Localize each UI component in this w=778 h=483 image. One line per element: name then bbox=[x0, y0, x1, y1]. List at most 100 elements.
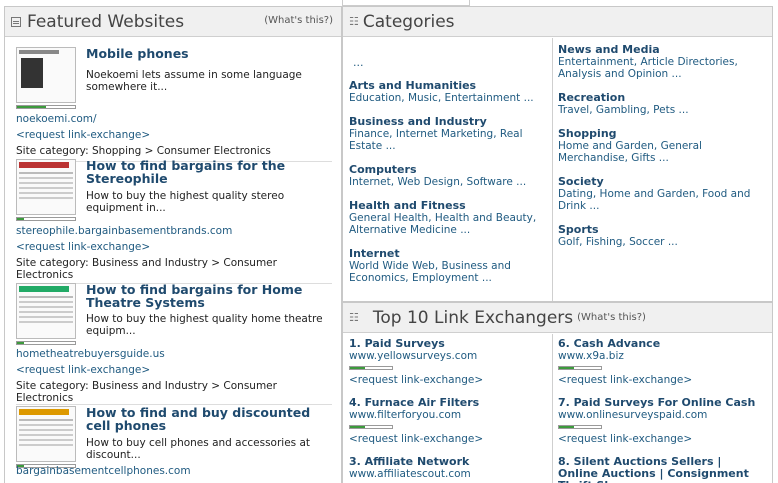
exchanger-name[interactable]: 8. Silent Auctions Sellers | Online Auct… bbox=[558, 456, 763, 483]
featured-whats-this-link[interactable]: (What's this?) bbox=[264, 15, 333, 26]
top10-whats-this-link[interactable]: (What's this?) bbox=[577, 312, 646, 323]
rating-fill bbox=[350, 367, 365, 369]
featured-item-desc: How to buy the highest quality stereo eq… bbox=[86, 190, 285, 214]
link-exchanger-item: 4. Furnace Air Filters www.filterforyou.… bbox=[349, 397, 554, 445]
request-link-exchange-link[interactable]: <request link-exchange> bbox=[349, 374, 554, 386]
link-exchanger-item: 1. Paid Surveys www.yellowsurveys.com <r… bbox=[349, 338, 554, 386]
site-category: Site category: Business and Industry > C… bbox=[16, 380, 277, 404]
featured-item-title[interactable]: Mobile phones bbox=[86, 47, 332, 60]
category-subs[interactable]: Travel, Gambling, Pets ... bbox=[558, 104, 758, 116]
category-shopping: Shopping Home and Garden, General Mercha… bbox=[558, 128, 758, 165]
category-name[interactable]: Recreation bbox=[558, 92, 758, 104]
column-divider bbox=[552, 38, 553, 301]
exchanger-name[interactable]: 1. Paid Surveys bbox=[349, 338, 554, 350]
rating-bar bbox=[349, 425, 393, 429]
featured-item-desc: Noekoemi lets assume in some language so… bbox=[86, 69, 302, 93]
category-computers: Computers Internet, Web Design, Software… bbox=[349, 164, 549, 189]
top10-header: ☷ Top 10 Link Exchangers (What's this?) bbox=[343, 303, 772, 333]
category-name[interactable]: Sports bbox=[558, 224, 758, 236]
featured-websites-panel: Featured Websites (What's this?) Mobile … bbox=[4, 6, 342, 483]
rating-fill bbox=[17, 106, 46, 108]
category-subs[interactable]: Entertainment, Article Directories, Anal… bbox=[558, 56, 758, 80]
featured-item-url[interactable]: noekoemi.com/ bbox=[16, 113, 97, 125]
link-exchanger-item: 3. Affiliate Network www.affiliatescout.… bbox=[349, 456, 554, 481]
rating-fill bbox=[559, 426, 574, 428]
category-internet: Internet World Wide Web, Business and Ec… bbox=[349, 248, 549, 285]
rating-fill bbox=[559, 367, 574, 369]
category-society: Society Dating, Home and Garden, Food an… bbox=[558, 176, 758, 213]
exchanger-url[interactable]: www.yellowsurveys.com bbox=[349, 350, 554, 362]
request-link-exchange-link[interactable]: <request link-exchange> bbox=[558, 433, 763, 445]
request-link-exchange-link[interactable]: <request link-exchange> bbox=[349, 433, 554, 445]
featured-header: Featured Websites (What's this?) bbox=[5, 7, 341, 37]
featured-item-url[interactable]: hometheatrebuyersguide.us bbox=[16, 348, 165, 360]
rating-fill bbox=[17, 218, 24, 220]
featured-item-title[interactable]: How to find bargains for Home Theatre Sy… bbox=[86, 283, 332, 309]
category-name[interactable]: Arts and Humanities bbox=[349, 80, 549, 92]
rating-fill bbox=[17, 342, 24, 344]
exchanger-name[interactable]: 4. Furnace Air Filters bbox=[349, 397, 554, 409]
category-business: Business and Industry Finance, Internet … bbox=[349, 116, 549, 153]
request-link-exchange-link[interactable]: <request link-exchange> bbox=[16, 241, 150, 253]
site-thumbnail[interactable] bbox=[16, 283, 76, 339]
category-name[interactable]: Internet bbox=[349, 248, 549, 260]
top10-panel: ☷ Top 10 Link Exchangers (What's this?) … bbox=[342, 302, 773, 483]
exchanger-url[interactable]: www.affiliatescout.com bbox=[349, 468, 554, 480]
exchanger-name[interactable]: 6. Cash Advance bbox=[558, 338, 763, 350]
category-name[interactable]: Business and Industry bbox=[349, 116, 549, 128]
exchanger-url[interactable]: www.x9a.biz bbox=[558, 350, 763, 362]
category-subs[interactable]: World Wide Web, Business and Economics, … bbox=[349, 260, 549, 284]
featured-item-title[interactable]: How to find and buy discounted cell phon… bbox=[86, 406, 332, 432]
categories-more-link[interactable]: ... bbox=[353, 56, 364, 69]
featured-title: Featured Websites bbox=[27, 11, 185, 32]
exchanger-name[interactable]: 7. Paid Surveys For Online Cash bbox=[558, 397, 763, 409]
featured-item-desc: How to buy the highest quality home thea… bbox=[86, 313, 323, 337]
category-name[interactable]: Shopping bbox=[558, 128, 758, 140]
category-subs[interactable]: Dating, Home and Garden, Food and Drink … bbox=[558, 188, 758, 212]
rating-bar bbox=[558, 366, 602, 370]
exchanger-url[interactable]: www.filterforyou.com bbox=[349, 409, 554, 421]
category-recreation: Recreation Travel, Gambling, Pets ... bbox=[558, 92, 758, 117]
request-link-exchange-link[interactable]: <request link-exchange> bbox=[16, 129, 150, 141]
site-category: Site category: Shopping > Consumer Elect… bbox=[16, 145, 271, 157]
category-name[interactable]: News and Media bbox=[558, 44, 758, 56]
category-subs[interactable]: Golf, Fishing, Soccer ... bbox=[558, 236, 758, 248]
category-name[interactable]: Health and Fitness bbox=[349, 200, 549, 212]
featured-item-url[interactable]: stereophile.bargainbasementbrands.com bbox=[16, 225, 232, 237]
site-category: Site category: Business and Industry > C… bbox=[16, 257, 277, 281]
site-thumbnail[interactable] bbox=[16, 159, 76, 215]
categories-panel: ☷ Categories ... Arts and Humanities Edu… bbox=[342, 6, 773, 302]
link-exchanger-item: 6. Cash Advance www.x9a.biz <request lin… bbox=[558, 338, 763, 386]
category-subs[interactable]: General Health, Health and Beauty, Alter… bbox=[349, 212, 549, 236]
list-icon bbox=[11, 16, 21, 27]
request-link-exchange-link[interactable]: <request link-exchange> bbox=[16, 364, 150, 376]
rating-fill bbox=[350, 426, 365, 428]
request-link-exchange-link[interactable]: <request link-exchange> bbox=[558, 374, 763, 386]
rating-bar bbox=[16, 105, 76, 109]
category-subs[interactable]: Home and Garden, General Merchandise, Gi… bbox=[558, 140, 758, 164]
rating-bar bbox=[349, 366, 393, 370]
category-health: Health and Fitness General Health, Healt… bbox=[349, 200, 549, 237]
rating-bar bbox=[16, 217, 76, 221]
exchanger-name[interactable]: 3. Affiliate Network bbox=[349, 456, 554, 468]
tree-icon: ☷ bbox=[349, 15, 359, 28]
featured-item-title[interactable]: How to find bargains for the Stereophile bbox=[86, 159, 332, 185]
exchanger-url[interactable]: www.onlinesurveyspaid.com bbox=[558, 409, 763, 421]
category-news: News and Media Entertainment, Article Di… bbox=[558, 44, 758, 81]
category-name[interactable]: Society bbox=[558, 176, 758, 188]
categories-header: ☷ Categories bbox=[343, 7, 772, 37]
category-arts: Arts and Humanities Education, Music, En… bbox=[349, 80, 549, 105]
featured-item-url[interactable]: bargainbasementcellphones.com bbox=[16, 465, 191, 477]
link-exchanger-item: 8. Silent Auctions Sellers | Online Auct… bbox=[558, 456, 763, 483]
category-subs[interactable]: Education, Music, Entertainment ... bbox=[349, 92, 549, 104]
category-sports: Sports Golf, Fishing, Soccer ... bbox=[558, 224, 758, 249]
featured-item-desc: How to buy cell phones and accessories a… bbox=[86, 437, 311, 461]
site-thumbnail[interactable] bbox=[16, 406, 76, 462]
category-subs[interactable]: Internet, Web Design, Software ... bbox=[349, 176, 549, 188]
category-subs[interactable]: Finance, Internet Marketing, Real Estate… bbox=[349, 128, 549, 152]
categories-title: Categories bbox=[362, 11, 455, 32]
category-name[interactable]: Computers bbox=[349, 164, 549, 176]
top10-title: Top 10 Link Exchangers bbox=[372, 307, 574, 328]
site-thumbnail[interactable] bbox=[16, 47, 76, 103]
rating-bar bbox=[16, 341, 76, 345]
